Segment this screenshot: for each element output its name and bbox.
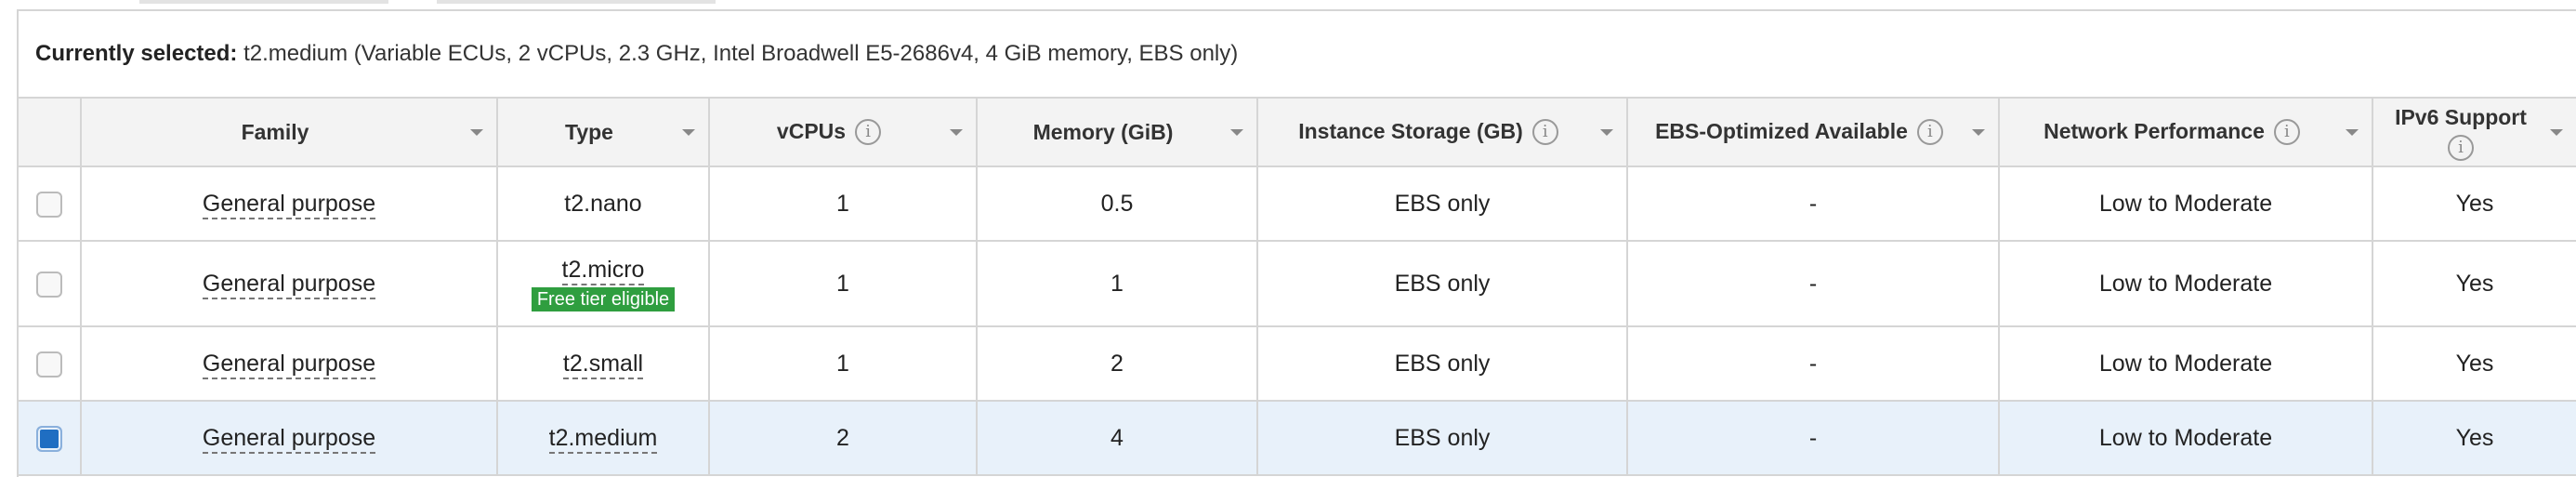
type-cell: t2.nano: [496, 166, 710, 242]
vcpus-cell: 1: [708, 166, 978, 242]
row-checkbox[interactable]: [36, 271, 62, 298]
memory-cell: 2: [976, 325, 1258, 402]
family-value[interactable]: General purpose: [202, 270, 376, 299]
memory-cell: 1: [976, 240, 1258, 327]
sort-caret-icon[interactable]: [1600, 129, 1613, 136]
ebs-optimized-cell: -: [1626, 240, 2000, 327]
instance-types-table: Family Type vCPUs i Memory (GiB) Instance…: [17, 97, 2576, 476]
row-select-cell[interactable]: [17, 240, 82, 327]
column-header-network-performance[interactable]: Network Performance i: [1998, 97, 2373, 167]
column-header-family[interactable]: Family: [80, 97, 498, 167]
type-value[interactable]: t2.medium: [548, 424, 658, 454]
network-performance-cell: Low to Moderate: [1998, 166, 2373, 242]
info-icon[interactable]: i: [855, 119, 882, 146]
currently-selected-label: Currently selected:: [35, 41, 238, 66]
family-cell: General purpose: [80, 325, 498, 402]
table-row[interactable]: General purpose t2.nano 1 0.5 EBS only -…: [17, 166, 2576, 242]
instance-storage-cell: EBS only: [1256, 400, 1628, 476]
type-cell: t2.micro Free tier eligible: [496, 240, 710, 327]
column-header-instance-storage[interactable]: Instance Storage (GB) i: [1256, 97, 1628, 167]
sort-caret-icon[interactable]: [2550, 129, 2563, 136]
ebs-optimized-cell: -: [1626, 325, 2000, 402]
table-header-row: Family Type vCPUs i Memory (GiB) Instance…: [17, 97, 2576, 167]
info-icon[interactable]: i: [2448, 134, 2474, 161]
sort-caret-icon[interactable]: [950, 129, 963, 136]
column-header-ebs-optimized[interactable]: EBS-Optimized Available i: [1626, 97, 2000, 167]
ebs-optimized-cell: -: [1626, 400, 2000, 476]
ipv6-support-cell: Yes: [2372, 166, 2576, 242]
column-header-label: Family: [241, 119, 309, 144]
select-column-header: [17, 97, 82, 167]
sort-caret-icon[interactable]: [682, 129, 695, 136]
column-header-label: Type: [565, 119, 613, 144]
column-header-label: Memory (GiB): [1032, 119, 1174, 144]
table-row[interactable]: General purpose t2.small 1 2 EBS only - …: [17, 325, 2576, 402]
column-header-label: Network Performance: [2044, 118, 2265, 143]
sort-caret-icon[interactable]: [1230, 129, 1243, 136]
vcpus-cell: 1: [708, 325, 978, 402]
sort-caret-icon[interactable]: [470, 129, 483, 136]
vcpus-cell: 2: [708, 400, 978, 476]
network-performance-cell: Low to Moderate: [1998, 240, 2373, 327]
type-value: t2.nano: [564, 190, 642, 217]
network-performance-cell: Low to Moderate: [1998, 400, 2373, 476]
column-header-type[interactable]: Type: [496, 97, 710, 167]
table-row-selected[interactable]: General purpose t2.medium 2 4 EBS only -…: [17, 400, 2576, 476]
family-value[interactable]: General purpose: [202, 424, 376, 454]
row-checkbox[interactable]: [36, 351, 62, 378]
ipv6-support-cell: Yes: [2372, 400, 2576, 476]
family-value[interactable]: General purpose: [202, 190, 376, 219]
row-checkbox[interactable]: [36, 191, 62, 218]
instance-storage-cell: EBS only: [1256, 240, 1628, 327]
currently-selected-bar: Currently selected: t2.medium (Variable …: [19, 11, 2576, 97]
memory-cell: 0.5: [976, 166, 1258, 242]
ebs-optimized-cell: -: [1626, 166, 2000, 242]
network-performance-cell: Low to Moderate: [1998, 325, 2373, 402]
family-value[interactable]: General purpose: [202, 350, 376, 379]
row-select-cell[interactable]: [17, 325, 82, 402]
type-cell: t2.small: [496, 325, 710, 402]
sort-caret-icon[interactable]: [1972, 129, 1985, 136]
instance-type-panel: Currently selected: t2.medium (Variable …: [17, 9, 2576, 477]
vcpus-cell: 1: [708, 240, 978, 327]
free-tier-badge: Free tier eligible: [531, 286, 676, 311]
table-row[interactable]: General purpose t2.micro Free tier eligib…: [17, 240, 2576, 327]
top-tab-1[interactable]: [139, 0, 388, 4]
memory-cell: 4: [976, 400, 1258, 476]
column-header-label: Instance Storage (GB): [1298, 118, 1523, 143]
instance-storage-cell: EBS only: [1256, 166, 1628, 242]
column-header-label: IPv6 Support: [2395, 105, 2527, 130]
column-header-ipv6-support[interactable]: IPv6 Support i: [2372, 97, 2576, 167]
currently-selected-value: t2.medium (Variable ECUs, 2 vCPUs, 2.3 G…: [237, 41, 1239, 66]
type-cell: t2.medium: [496, 400, 710, 476]
column-header-label: vCPUs: [776, 118, 847, 143]
ipv6-support-cell: Yes: [2372, 240, 2576, 327]
family-cell: General purpose: [80, 240, 498, 327]
column-header-label: EBS-Optimized Available: [1655, 118, 1908, 143]
info-icon[interactable]: i: [1916, 119, 1943, 146]
row-select-cell[interactable]: [17, 166, 82, 242]
column-header-vcpus[interactable]: vCPUs i: [708, 97, 978, 167]
type-value[interactable]: t2.small: [562, 350, 644, 379]
top-tab-2[interactable]: [437, 0, 716, 4]
family-cell: General purpose: [80, 400, 498, 476]
info-icon[interactable]: i: [2273, 119, 2300, 146]
row-select-cell[interactable]: [17, 400, 82, 476]
instance-storage-cell: EBS only: [1256, 325, 1628, 402]
row-checkbox-checked[interactable]: [36, 425, 62, 452]
ipv6-support-cell: Yes: [2372, 325, 2576, 402]
column-header-memory[interactable]: Memory (GiB): [976, 97, 1258, 167]
type-value[interactable]: t2.micro: [561, 256, 645, 285]
sort-caret-icon[interactable]: [2346, 129, 2359, 136]
family-cell: General purpose: [80, 166, 498, 242]
info-icon[interactable]: i: [1531, 119, 1558, 146]
